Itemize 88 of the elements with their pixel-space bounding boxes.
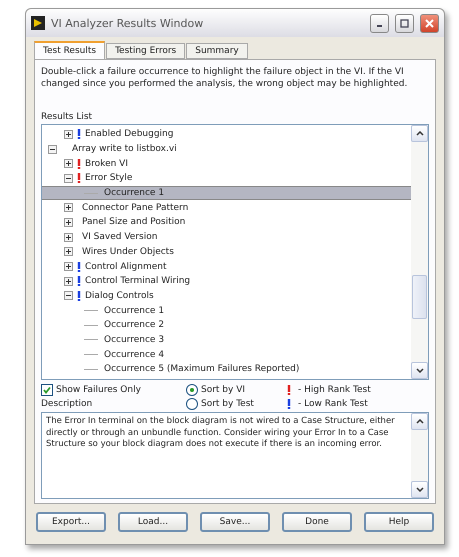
- sort-radio[interactable]: Sort by VI: [186, 383, 286, 396]
- scrollbar[interactable]: [411, 413, 428, 498]
- tree-item-label: Enabled Debugging: [85, 129, 174, 140]
- tree-row[interactable]: VI Saved Version: [42, 230, 411, 244]
- tree-row[interactable]: Occurrence 3: [42, 332, 411, 348]
- scroll-down-icon: [416, 368, 424, 373]
- tree-line-icon: [84, 310, 98, 312]
- tree-row[interactable]: Array write to listbox.vi: [42, 142, 411, 156]
- collapse-icon[interactable]: [64, 291, 73, 300]
- expand-icon[interactable]: [64, 130, 73, 139]
- legend-text: - Low Rank Test: [298, 398, 368, 408]
- expand-icon[interactable]: [64, 159, 73, 168]
- collapse-icon[interactable]: [48, 144, 57, 154]
- tree-item-label: Control Alignment: [85, 262, 167, 272]
- scrollbar-thumb[interactable]: [412, 275, 427, 319]
- legend-text: - High Rank Test: [298, 384, 371, 394]
- scroll-up-icon: [416, 131, 424, 136]
- tab[interactable]: Summary: [186, 43, 248, 59]
- tree-line-icon: [84, 368, 98, 370]
- dialog-button[interactable]: Save...: [200, 512, 270, 532]
- tree-line-icon: [84, 354, 98, 356]
- tree-row[interactable]: Control Terminal Wiring: [42, 274, 411, 289]
- scroll-down-button[interactable]: [411, 481, 428, 498]
- tree-item-label: Occurrence 1: [104, 188, 164, 198]
- expand-icon[interactable]: [64, 232, 73, 242]
- tree-row[interactable]: Occurrence 2: [42, 318, 411, 333]
- tree-line-icon: [84, 324, 98, 326]
- tree-item-label: Panel Size and Position: [82, 217, 186, 228]
- app-icon: [31, 16, 45, 30]
- tab[interactable]: Testing Errors: [106, 43, 186, 59]
- tree-item-label: Occurrence 5 (Maximum Failures Reported): [104, 364, 300, 374]
- tab[interactable]: Test Results: [34, 41, 106, 59]
- tree-item-label: Control Terminal Wiring: [85, 276, 190, 286]
- tree-row[interactable]: Broken VI: [42, 156, 411, 172]
- expand-icon[interactable]: [64, 218, 73, 227]
- sort-radio[interactable]: Sort by Test: [186, 397, 286, 410]
- tree-row[interactable]: Error Style: [42, 171, 411, 186]
- maximize-button[interactable]: [395, 14, 414, 32]
- scroll-down-button[interactable]: [411, 362, 428, 379]
- tree-item-label: VI Saved Version: [82, 232, 158, 242]
- tree-line-icon: [84, 339, 98, 340]
- dialog-button[interactable]: Export...: [36, 512, 106, 532]
- tree-row[interactable]: Enabled Debugging: [42, 127, 411, 142]
- tree-row[interactable]: Occurrence 5 (Maximum Failures Reported): [42, 362, 411, 377]
- tree-item-label: Connector Pane Pattern: [82, 202, 188, 213]
- expand-icon[interactable]: [64, 276, 73, 286]
- tree-item-label: Array write to listbox.vi: [72, 144, 177, 154]
- description-text: The Error In terminal on the block diagram is not wired to a Case Structure, either directly or through an unbundle function. Consider wiring your Error In to a Case Structure so your block diagram does not execute if there is an incoming error.: [45, 415, 396, 451]
- tree-item-label: Occurrence 3: [104, 334, 164, 345]
- results-list-label: Results List: [41, 112, 94, 122]
- checkbox[interactable]: [41, 384, 53, 396]
- window-title: VI Analyzer Results Window: [51, 16, 204, 30]
- tree-row[interactable]: Occurrence 1: [42, 303, 411, 318]
- scroll-up-button[interactable]: [411, 125, 428, 142]
- maximize-icon: [400, 18, 409, 28]
- tree-item-label: Error Style: [85, 173, 132, 184]
- show-failures-checkbox[interactable]: Show Failures Only: [41, 383, 186, 396]
- tree-row[interactable]: Dialog Controls: [42, 288, 411, 304]
- dialog-button[interactable]: Done: [282, 512, 352, 532]
- tree-item-label: Wires Under Objects: [82, 246, 174, 257]
- dialog-button[interactable]: Help: [364, 512, 434, 532]
- tree-item-label: Occurrence 1: [104, 306, 164, 316]
- tree-row[interactable]: Connector Pane Pattern: [42, 200, 411, 216]
- close-button[interactable]: [420, 14, 439, 32]
- expand-icon[interactable]: [64, 203, 73, 212]
- tree-row[interactable]: Occurrence 1: [42, 186, 411, 200]
- tree-item-label: Occurrence 2: [104, 320, 164, 330]
- scroll-up-icon: [416, 419, 424, 424]
- tree-item-label: Dialog Controls: [85, 290, 154, 301]
- dialog-button[interactable]: Load...: [118, 512, 188, 532]
- close-icon: [425, 18, 434, 28]
- tree-row[interactable]: Control Alignment: [42, 259, 411, 274]
- tree-row[interactable]: Panel Size and Position: [42, 215, 411, 230]
- tree-row[interactable]: Wires Under Objects: [42, 244, 411, 260]
- expand-icon[interactable]: [64, 247, 73, 256]
- results-tree[interactable]: [41, 124, 429, 380]
- minimize-button[interactable]: [370, 14, 389, 32]
- scrollbar[interactable]: [411, 125, 428, 379]
- description-label: Description: [41, 399, 94, 409]
- instructions-text: Double-click a failure occurrence to highlight the failure object in the VI. If the VI changed since you performed the analysis, the wrong object may be highlighted.: [41, 66, 408, 90]
- collapse-icon[interactable]: [64, 174, 73, 183]
- tree-item-label: Broken VI: [85, 158, 128, 169]
- scroll-up-button[interactable]: [411, 413, 428, 430]
- tree-item-label: Occurrence 4: [104, 350, 164, 360]
- scroll-down-icon: [416, 487, 424, 492]
- check-icon: [43, 386, 51, 394]
- expand-icon[interactable]: [64, 262, 73, 272]
- tree-row[interactable]: Occurrence 4: [42, 347, 411, 362]
